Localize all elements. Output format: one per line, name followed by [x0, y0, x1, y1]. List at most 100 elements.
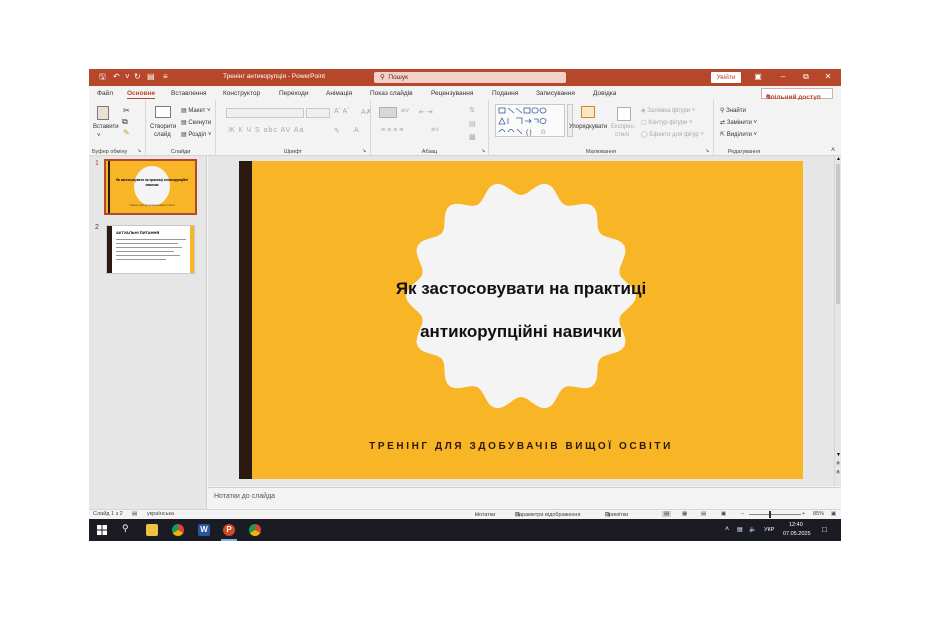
numbering-icon[interactable]: ≡˅: [401, 108, 409, 115]
tab-record[interactable]: Записування: [536, 90, 575, 97]
powerpoint-icon[interactable]: P: [223, 524, 235, 536]
shape-outline-button[interactable]: ▢ Контур фігури ˅: [641, 119, 693, 126]
bullets-icon[interactable]: [379, 107, 397, 118]
tab-home[interactable]: Основне: [127, 90, 156, 99]
new-slide-label-2[interactable]: слайд: [154, 132, 171, 138]
paste-icon[interactable]: [97, 106, 109, 120]
tab-view[interactable]: Подання: [492, 90, 518, 97]
layout-button[interactable]: ▤ Макет ˅: [181, 107, 211, 114]
scroll-thumb[interactable]: [836, 164, 840, 304]
font-format-row[interactable]: Ж К Ч S abc AV Aa: [228, 127, 304, 134]
notes-pane[interactable]: Нотатки до слайда: [208, 487, 841, 509]
tray-chevron-icon[interactable]: ˄: [725, 526, 729, 533]
arrange-button[interactable]: Упорядкувати: [569, 124, 607, 130]
accessibility-icon[interactable]: ▤: [132, 511, 137, 517]
language-label[interactable]: українська: [147, 511, 174, 517]
customize-qat-icon[interactable]: ≡: [163, 72, 168, 82]
paste-dropdown-icon[interactable]: ˅: [97, 133, 101, 139]
vertical-scrollbar[interactable]: ▲ ▼ ≙ ≚: [834, 156, 841, 486]
save-icon[interactable]: 🖫: [99, 72, 106, 82]
cut-icon[interactable]: ✂: [123, 106, 130, 115]
network-icon[interactable]: ▤: [737, 526, 743, 533]
text-direction-icon[interactable]: ⇅: [469, 106, 475, 114]
prev-slide-icon[interactable]: ≙: [836, 461, 840, 467]
dropdown-icon[interactable]: ˅: [125, 72, 130, 82]
clock-date[interactable]: 07.05.2025: [783, 531, 811, 537]
file-explorer-icon[interactable]: [146, 524, 158, 536]
fit-slide-icon[interactable]: ▣: [831, 511, 836, 517]
slide-sorter-icon[interactable]: ▦: [682, 511, 687, 517]
scroll-up-icon[interactable]: ▲: [836, 156, 841, 162]
select-button[interactable]: ⇱ Виділити ˅: [720, 131, 757, 138]
font-launcher-icon[interactable]: ↘: [362, 148, 366, 154]
search-box[interactable]: ⚲ Пошук: [374, 72, 566, 83]
collapse-ribbon-icon[interactable]: ˄: [831, 147, 835, 154]
quick-styles-icon[interactable]: [617, 107, 631, 121]
shape-fill-button[interactable]: ◈ Заливка фігури ˅: [641, 107, 695, 114]
thumbnail-2[interactable]: АКТУАЛЬНІ ПИТАННЯ: [106, 225, 195, 274]
tab-design[interactable]: Конструктор: [223, 90, 260, 97]
redo-icon[interactable]: ↻: [134, 72, 141, 82]
shapes-gallery[interactable]: { } ☆: [495, 104, 565, 137]
slide-title-line2[interactable]: антикорупційні навички: [239, 322, 803, 342]
ribbon-display-icon[interactable]: ▣: [750, 72, 766, 81]
shape-effects-button[interactable]: ◯ Ефекти для фігур ˅: [641, 131, 704, 138]
quick-styles-label-2[interactable]: стилі: [615, 132, 629, 138]
zoom-out-icon[interactable]: –: [741, 511, 744, 517]
slideshow-view-icon[interactable]: ▣: [721, 511, 726, 517]
next-slide-icon[interactable]: ≚: [836, 470, 840, 476]
drawing-launcher-icon[interactable]: ↘: [705, 148, 709, 154]
chrome-profile-icon[interactable]: [249, 524, 261, 536]
tab-review[interactable]: Рецензування: [431, 90, 473, 97]
word-icon[interactable]: W: [198, 524, 210, 536]
tab-transitions[interactable]: Переходи: [279, 90, 308, 97]
zoom-slider-thumb[interactable]: [769, 511, 771, 518]
new-slide-icon[interactable]: [155, 106, 171, 118]
tab-insert[interactable]: Вставлення: [171, 90, 207, 97]
font-size-box[interactable]: [306, 108, 330, 118]
shapes-scroll[interactable]: [567, 104, 573, 137]
zoom-in-icon[interactable]: +: [802, 511, 805, 517]
tab-slideshow[interactable]: Показ слайдів: [370, 90, 413, 97]
quick-styles-label-1[interactable]: Експрес-: [611, 124, 636, 130]
align-text-icon[interactable]: ▤: [469, 120, 476, 128]
tab-animations[interactable]: Анімація: [326, 90, 352, 97]
volume-icon[interactable]: 🔈: [749, 526, 756, 533]
notifications-icon[interactable]: □: [822, 525, 827, 534]
smartart-icon[interactable]: ▩: [469, 133, 476, 141]
signin-button[interactable]: Увійти: [711, 72, 741, 83]
restore-icon[interactable]: ⧉: [798, 72, 814, 82]
slide-editor[interactable]: Як застосовувати на практиці антикорупці…: [208, 156, 834, 486]
new-slide-label-1[interactable]: Створити: [150, 124, 176, 130]
slide-subtitle[interactable]: ТРЕНІНГ ДЛЯ ЗДОБУВАЧІВ ВИЩОЇ ОСВІТИ: [239, 441, 803, 452]
keyboard-language[interactable]: УКР: [764, 527, 774, 533]
slide-title-line1[interactable]: Як застосовувати на практиці: [239, 279, 803, 299]
clear-format-icon[interactable]: A✗: [361, 108, 372, 116]
font-name-box[interactable]: [226, 108, 304, 118]
tab-help[interactable]: Довідка: [593, 90, 616, 97]
clipboard-launcher-icon[interactable]: ↘: [137, 148, 141, 154]
zoom-slider[interactable]: [749, 514, 801, 515]
windows-start-icon[interactable]: [97, 525, 107, 535]
section-button[interactable]: ▤ Розділ ˅: [181, 131, 211, 138]
thumbnail-1[interactable]: Як застосовувати на практиці антикорупці…: [104, 159, 197, 215]
zoom-level[interactable]: 85%: [813, 511, 824, 517]
share-button[interactable]: ✎ Спільний доступ: [761, 88, 833, 101]
tab-file[interactable]: Файл: [97, 90, 113, 97]
align-icons[interactable]: ≡≡≡≡: [381, 127, 405, 134]
format-painter-icon[interactable]: ✎: [123, 128, 130, 137]
find-button[interactable]: ⚲ Знайти: [720, 107, 746, 114]
undo-icon[interactable]: ↶: [113, 72, 120, 82]
reset-button[interactable]: ▤ Скинути: [181, 119, 211, 126]
highlight-icon[interactable]: ✎: [334, 127, 340, 135]
chrome-icon[interactable]: [172, 524, 184, 536]
arrange-icon[interactable]: [581, 106, 595, 118]
normal-view-icon[interactable]: ▤: [662, 511, 672, 517]
copy-icon[interactable]: ⧉: [122, 117, 128, 127]
search-taskbar-icon[interactable]: ⚲: [122, 523, 129, 534]
paragraph-launcher-icon[interactable]: ↘: [481, 148, 485, 154]
replace-button[interactable]: ⇄ Замінити ˅: [720, 119, 757, 126]
indent-icons[interactable]: ⇤ ⇥: [419, 108, 433, 116]
close-icon[interactable]: ✕: [820, 72, 836, 81]
clock-time[interactable]: 12:40: [789, 522, 803, 528]
